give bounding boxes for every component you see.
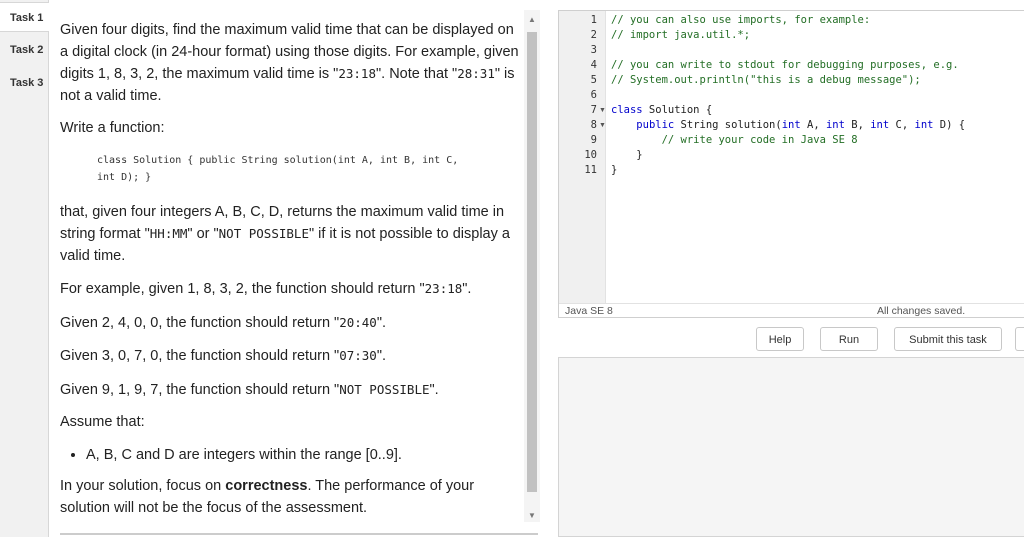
description-scrollbar[interactable]: ▲ ▼: [524, 10, 540, 522]
code-line-7: class Solution {: [611, 104, 713, 116]
code-line-1: // you can also use imports, for example…: [611, 14, 871, 26]
code-line-8: public String solution(int A, int B, int…: [636, 119, 966, 131]
task-tabs: Task 1 Task 2 Task 3: [0, 0, 49, 537]
task-description: Given four digits, find the maximum vali…: [49, 0, 524, 537]
fold-arrow-icon[interactable]: ▼: [599, 103, 606, 118]
tab-task-2[interactable]: Task 2: [0, 35, 47, 65]
tab-task-3[interactable]: Task 3: [0, 68, 47, 98]
line-number: 5: [590, 74, 597, 86]
example-1: For example, given 1, 8, 3, 2, the funct…: [60, 281, 472, 297]
save-status: All changes saved.: [877, 305, 966, 317]
extra-button[interactable]: [1015, 327, 1024, 351]
line-number: 2: [590, 29, 597, 41]
language-label[interactable]: Java SE 8: [565, 304, 613, 319]
focus-paragraph: In your solution, focus on correctness. …: [60, 478, 475, 516]
run-button[interactable]: Run: [820, 327, 878, 351]
line-number: 4: [590, 59, 597, 71]
code-line-2: // import java.util.*;: [611, 29, 751, 41]
editor-status-bar: Java SE 8 All changes saved.: [559, 303, 1024, 319]
line-number: 7: [590, 104, 597, 116]
example-3: Given 3, 0, 7, 0, the function should re…: [60, 348, 387, 364]
code-editor[interactable]: 1 2 3 4 5 6 7 ▼ 8 ▼ 9 10 11 // you can a…: [558, 10, 1024, 318]
code-line-4: // you can write to stdout for debugging…: [611, 59, 959, 71]
scroll-up-icon[interactable]: ▲: [528, 16, 536, 24]
line-number: 10: [584, 149, 597, 161]
example-2: Given 2, 4, 0, 0, the function should re…: [60, 314, 387, 331]
line-number: 6: [590, 89, 597, 101]
line-number: 8: [590, 119, 597, 131]
code-line-10: }: [636, 149, 643, 161]
code-line-11: }: [611, 164, 618, 176]
code-line-9: // write your code in Java SE 8: [661, 134, 858, 146]
help-button[interactable]: Help: [756, 327, 804, 351]
write-function-label: Write a function:: [60, 120, 165, 136]
line-number: 9: [590, 134, 597, 146]
returns-paragraph: that, given four integers A, B, C, D, re…: [60, 203, 510, 264]
output-panel: [558, 357, 1024, 537]
divider: [60, 533, 538, 535]
intro-paragraph: Given four digits, find the maximum vali…: [60, 22, 519, 104]
fold-arrow-icon[interactable]: ▼: [599, 118, 606, 133]
assume-label: Assume that:: [60, 414, 145, 430]
line-number: 3: [590, 44, 597, 56]
scroll-down-icon[interactable]: ▼: [528, 512, 536, 520]
function-signature: class Solution { public String solution(…: [97, 154, 459, 183]
line-number-gutter: 1 2 3 4 5 6 7 ▼ 8 ▼ 9 10 11: [559, 11, 606, 303]
line-number: 1: [590, 14, 597, 26]
line-number: 11: [584, 164, 597, 176]
tab-task-1[interactable]: Task 1: [0, 2, 49, 32]
assume-bullet: A, B, C and D are integers within the ra…: [86, 445, 524, 467]
code-line-5: // System.out.println("this is a debug m…: [611, 74, 921, 86]
assume-list: A, B, C and D are integers within the ra…: [60, 445, 524, 467]
scrollbar-thumb[interactable]: [527, 32, 537, 492]
submit-task-button[interactable]: Submit this task: [894, 327, 1002, 351]
example-4: Given 9, 1, 9, 7, the function should re…: [60, 381, 439, 398]
